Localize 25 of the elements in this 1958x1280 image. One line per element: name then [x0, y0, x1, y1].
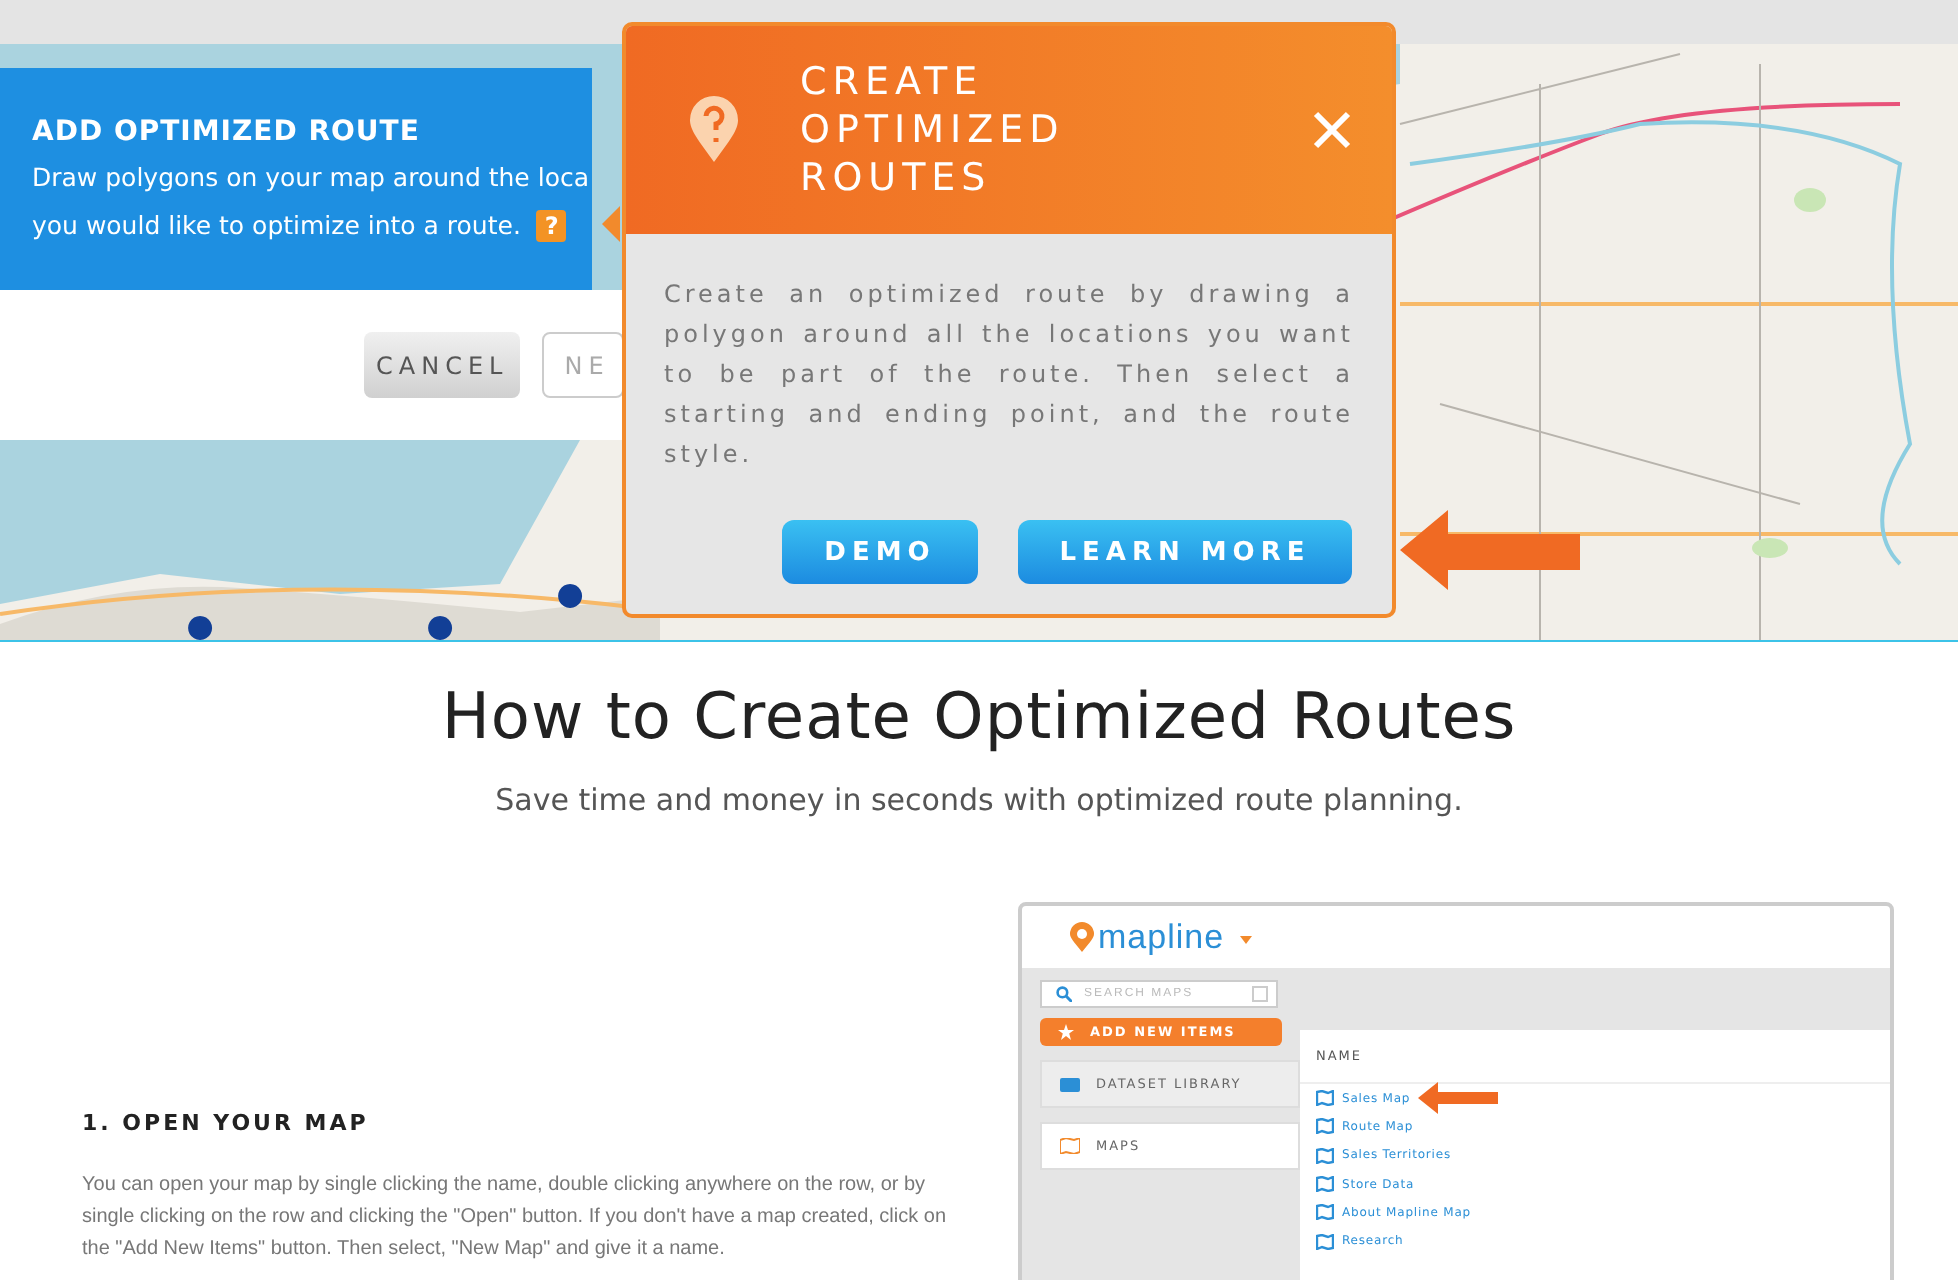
page-heading: How to Create Optimized Routes — [439, 678, 1519, 754]
next-button[interactable]: NE — [542, 332, 624, 398]
panel-title: ADD OPTIMIZED ROUTE — [32, 116, 422, 148]
help-pin-icon — [688, 96, 740, 164]
pin-icon — [1070, 921, 1094, 953]
demo-button[interactable]: DEMO — [782, 520, 978, 584]
arrow-icon — [1418, 1082, 1499, 1115]
page-subtitle: Save time and money in seconds with optimized route planning. — [493, 782, 1465, 818]
cancel-button[interactable]: CANCEL — [364, 332, 521, 398]
popup-text: Create an optimized route by drawing a polygon around all the locations you want to be part of the route. Then select a starting and ending point, and the route style. — [662, 278, 1356, 472]
step-text: You can open your map by single clicking the name, double clicking anywhere on the row, or by single clicking on the row and clicking the "Open" button. If you don't have a map created, click on the "Add New Items" button. Then select, "New Map" and give it a name. — [82, 1172, 949, 1264]
help-badge[interactable]: ? — [536, 209, 567, 241]
database-icon — [1060, 1077, 1080, 1091]
arrow-icon — [1400, 510, 1580, 590]
caret-icon — [1240, 935, 1253, 943]
map-icon — [1060, 1138, 1080, 1154]
close-icon[interactable] — [1312, 110, 1352, 150]
instruction-text: you would like to optimize into a route. — [32, 210, 521, 240]
popup-title: CREATE OPTIMIZED ROUTES — [800, 58, 1067, 202]
step-title: 1. OPEN YOUR MAP — [82, 1110, 371, 1136]
clear-icon[interactable] — [1252, 986, 1268, 1002]
logo-text: mapline — [1098, 917, 1225, 957]
learn-more-button[interactable]: LEARN MORE — [1018, 520, 1352, 584]
star-icon — [1058, 1024, 1074, 1040]
instruction-text: Draw polygons on your map around the loca — [32, 162, 589, 192]
